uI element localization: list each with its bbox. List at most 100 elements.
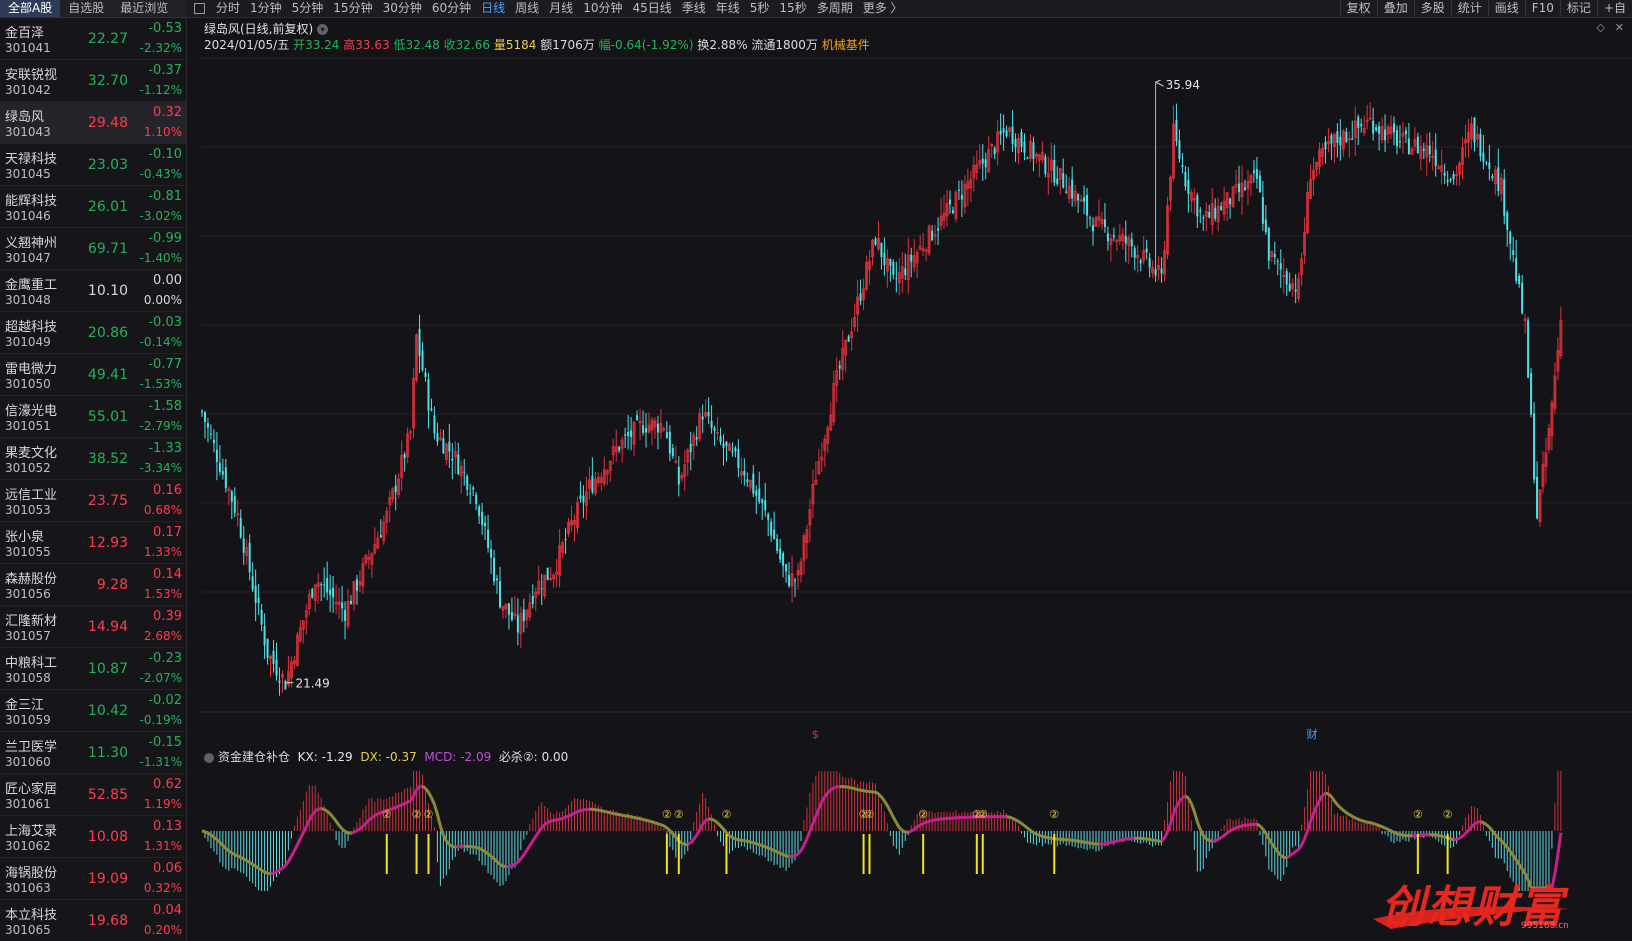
- period-tab-14[interactable]: 15秒: [774, 0, 811, 17]
- period-tab-4[interactable]: 30分钟: [378, 0, 427, 17]
- candle-body: [582, 495, 585, 503]
- candle-body: [1345, 131, 1348, 142]
- kline-chart[interactable]: 35.9421.49$ 财② ② ② ② ② ② ②② ② ②② ② ② ②: [201, 18, 1632, 941]
- period-tab-8[interactable]: 月线: [544, 0, 578, 17]
- stock-code: 301059: [5, 713, 51, 727]
- tool-button-5[interactable]: F10: [1524, 0, 1560, 17]
- period-tab-0[interactable]: 分时: [211, 0, 245, 17]
- list-tab-1[interactable]: 自选股: [60, 0, 112, 17]
- indicator-toggle-icon[interactable]: [204, 752, 214, 763]
- period-tab-11[interactable]: 季线: [677, 0, 711, 17]
- period-tab-12[interactable]: 年线: [711, 0, 745, 17]
- stock-row[interactable]: 义翘神州 301047 69.71 -0.99 -1.40%: [0, 228, 186, 270]
- tool-button-2[interactable]: 多股: [1413, 0, 1451, 17]
- tool-button-4[interactable]: 画线: [1487, 0, 1525, 17]
- stock-row[interactable]: 能辉科技 301046 26.01 -0.81 -3.02%: [0, 186, 186, 228]
- stock-code: 301051: [5, 419, 51, 433]
- stock-price: 29.48: [87, 115, 128, 131]
- period-tab-13[interactable]: 5秒: [745, 0, 775, 17]
- tool-button-7[interactable]: +自: [1596, 0, 1632, 17]
- period-tab-1[interactable]: 1分钟: [245, 0, 287, 17]
- candle-body: [1244, 187, 1246, 190]
- stock-row[interactable]: 安联锐视 301042 32.70 -0.37 -1.12%: [0, 60, 186, 102]
- close-icon[interactable]: ✕: [1615, 21, 1624, 34]
- stock-row[interactable]: 兰卫医学 301060 11.30 -0.15 -1.31%: [0, 732, 186, 774]
- stock-row[interactable]: 超越科技 301049 20.86 -0.03 -0.14%: [0, 312, 186, 354]
- candle-body: [203, 412, 206, 422]
- stock-row[interactable]: 张小泉 301055 12.93 0.17 1.33%: [0, 522, 186, 564]
- diamond-icon[interactable]: ◇: [1596, 21, 1604, 34]
- stock-price: 49.41: [87, 367, 128, 383]
- candle-body: [496, 578, 499, 581]
- period-tab-16[interactable]: 更多 〉: [858, 0, 908, 17]
- period-tab-9[interactable]: 10分钟: [578, 0, 627, 17]
- stock-row[interactable]: 绿岛风 301043 29.48 0.32 1.10%: [0, 102, 186, 144]
- period-tab-3[interactable]: 15分钟: [328, 0, 377, 17]
- period-tab-7[interactable]: 周线: [510, 0, 544, 17]
- sidebar-toggle-icon[interactable]: [194, 3, 205, 14]
- candle-body: [624, 434, 627, 436]
- stock-row[interactable]: 金三江 301059 10.42 -0.02 -0.19%: [0, 690, 186, 732]
- tool-button-1[interactable]: 叠加: [1376, 0, 1414, 17]
- chart-area[interactable]: 35.94 21.49 $ 财 ② ② ② ② ② ② ② ② ② ② ② ② ② ② 绿岛风(日线,前复权) ▾ …: [201, 18, 1632, 941]
- candle-body: [630, 430, 633, 438]
- stock-row[interactable]: 汇隆新材 301057 14.94 0.39 2.68%: [0, 606, 186, 648]
- period-tab-6[interactable]: 日线: [476, 0, 510, 17]
- stock-row[interactable]: 果麦文化 301052 38.52 -1.33 -3.34%: [0, 438, 186, 480]
- signal-glyph: ②: [423, 808, 433, 821]
- candle-body: [671, 448, 674, 457]
- list-tab-0[interactable]: 全部A股: [0, 0, 61, 17]
- candle-body: [1255, 169, 1258, 179]
- candle-body: [1372, 120, 1375, 134]
- candle-body: [332, 587, 335, 598]
- period-tab-5[interactable]: 60分钟: [427, 0, 476, 17]
- tool-button-3[interactable]: 统计: [1450, 0, 1488, 17]
- bisha-value: 0.00: [541, 750, 569, 764]
- stock-row[interactable]: 森赫股份 301056 9.28 0.14 1.53%: [0, 564, 186, 606]
- period-tab-15[interactable]: 多周期: [812, 0, 858, 17]
- stock-row[interactable]: 本立科技 301065 19.68 0.04 0.20%: [0, 900, 186, 941]
- candle-body: [1238, 183, 1241, 192]
- tool-button-0[interactable]: 复权: [1339, 0, 1377, 17]
- mcd-label: MCD:: [424, 750, 457, 764]
- stock-row[interactable]: 上海艾录 301062 10.08 0.13 1.31%: [0, 816, 186, 858]
- sector-link[interactable]: 机械基件: [822, 38, 870, 52]
- tool-button-6[interactable]: 标记: [1559, 0, 1597, 17]
- stock-row[interactable]: 金百泽 301041 22.27 -0.53 -2.32%: [0, 18, 186, 60]
- stock-row[interactable]: 天禄科技 301045 23.03 -0.10 -0.43%: [0, 144, 186, 186]
- candle-body: [1428, 145, 1431, 155]
- candle-body: [418, 328, 421, 356]
- candle-body: [1443, 172, 1446, 176]
- signal-glyph: ②: [1049, 808, 1059, 821]
- chevron-down-icon[interactable]: ▾: [317, 24, 329, 35]
- stock-row[interactable]: 中粮科工 301058 10.87 -0.23 -2.07%: [0, 648, 186, 690]
- stock-code: 301062: [5, 839, 51, 853]
- candle-body: [1089, 217, 1092, 219]
- stock-row[interactable]: 金鹰重工 301048 10.10 0.00 0.00%: [0, 270, 186, 312]
- period-tab-10[interactable]: 45日线: [627, 0, 676, 17]
- candle-body: [1106, 233, 1109, 242]
- period-tab-2[interactable]: 5分钟: [287, 0, 329, 17]
- candle-body: [743, 470, 746, 476]
- candle-body: [1449, 179, 1452, 181]
- candle-body: [1479, 134, 1482, 157]
- stock-name: 森赫股份: [5, 572, 58, 587]
- stock-row[interactable]: 匠心家居 301061 52.85 0.62 1.19%: [0, 774, 186, 816]
- low-price-label: 21.49: [295, 677, 329, 691]
- list-tab-2[interactable]: 最近浏览: [112, 0, 176, 17]
- candle-body: [1267, 227, 1270, 261]
- stock-change: 0.00: [153, 273, 182, 288]
- volume-label: 量: [493, 38, 506, 52]
- candle-body: [1446, 180, 1449, 183]
- stock-row[interactable]: 雷电微力 301050 49.41 -0.77 -1.53%: [0, 354, 186, 396]
- stock-row[interactable]: 海锅股份 301063 19.09 0.06 0.32%: [0, 858, 186, 900]
- stock-name: 汇隆新材: [5, 614, 58, 629]
- candle-body: [239, 517, 242, 538]
- candle-body: [1288, 284, 1291, 291]
- stock-row[interactable]: 远信工业 301053 23.75 0.16 0.68%: [0, 480, 186, 522]
- candle-body: [481, 511, 484, 526]
- signal-glyph: ②: [1443, 808, 1453, 821]
- indicator-name[interactable]: 资金建仓补仓: [218, 750, 290, 764]
- stock-name: 果麦文化: [5, 446, 58, 461]
- stock-row[interactable]: 信濠光电 301051 55.01 -1.58 -2.79%: [0, 396, 186, 438]
